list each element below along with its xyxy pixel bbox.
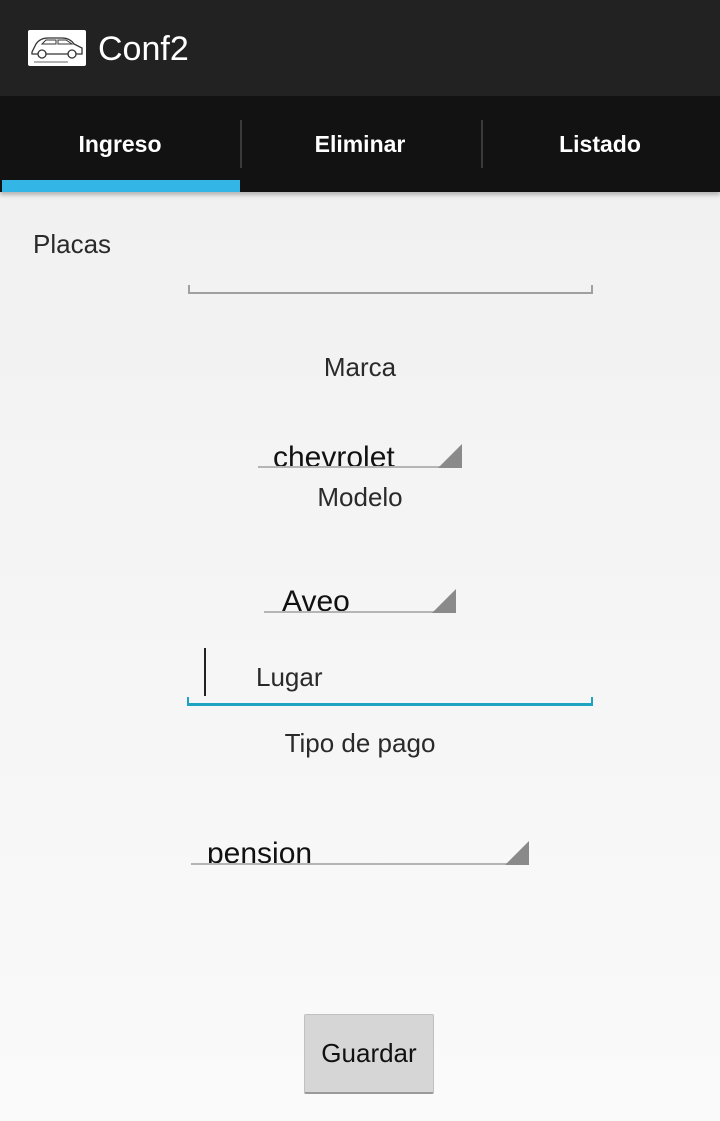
dropdown-arrow-icon — [438, 444, 462, 468]
spinner-underline — [191, 863, 529, 865]
dropdown-arrow-icon — [505, 841, 529, 865]
tab-eliminar[interactable]: Eliminar — [240, 96, 480, 192]
lugar-hint: Lugar — [256, 662, 323, 692]
car-logo-icon[interactable] — [28, 30, 86, 66]
marca-spinner[interactable]: chevrolet — [258, 436, 462, 468]
spinner-underline — [258, 466, 462, 468]
dropdown-arrow-icon — [432, 589, 456, 613]
save-button[interactable]: Guardar — [304, 1014, 434, 1094]
marca-label: Marca — [323, 352, 397, 382]
focused-underline — [187, 697, 593, 706]
lugar-input[interactable]: Lugar — [187, 648, 593, 706]
modelo-label: Modelo — [317, 482, 403, 512]
tipo-pago-label: Tipo de pago — [284, 728, 436, 758]
placas-input[interactable] — [188, 285, 593, 294]
app-title: Conf2 — [98, 30, 189, 68]
tab-listado[interactable]: Listado — [480, 96, 720, 192]
action-bar: Conf2 — [0, 0, 720, 96]
tab-bar: Ingreso Eliminar Listado — [0, 96, 720, 192]
placas-label: Placas — [33, 229, 112, 259]
modelo-spinner[interactable]: Aveo — [264, 580, 456, 613]
tipo-pago-selected-value: pension — [207, 837, 313, 865]
selected-tab-indicator — [2, 180, 240, 192]
spinner-underline — [264, 611, 456, 613]
marca-selected-value: chevrolet — [273, 441, 395, 468]
tipo-pago-spinner[interactable]: pension — [191, 832, 529, 865]
text-cursor — [204, 648, 206, 696]
tab-ingreso[interactable]: Ingreso — [0, 96, 240, 192]
modelo-selected-value: Aveo — [282, 585, 350, 613]
